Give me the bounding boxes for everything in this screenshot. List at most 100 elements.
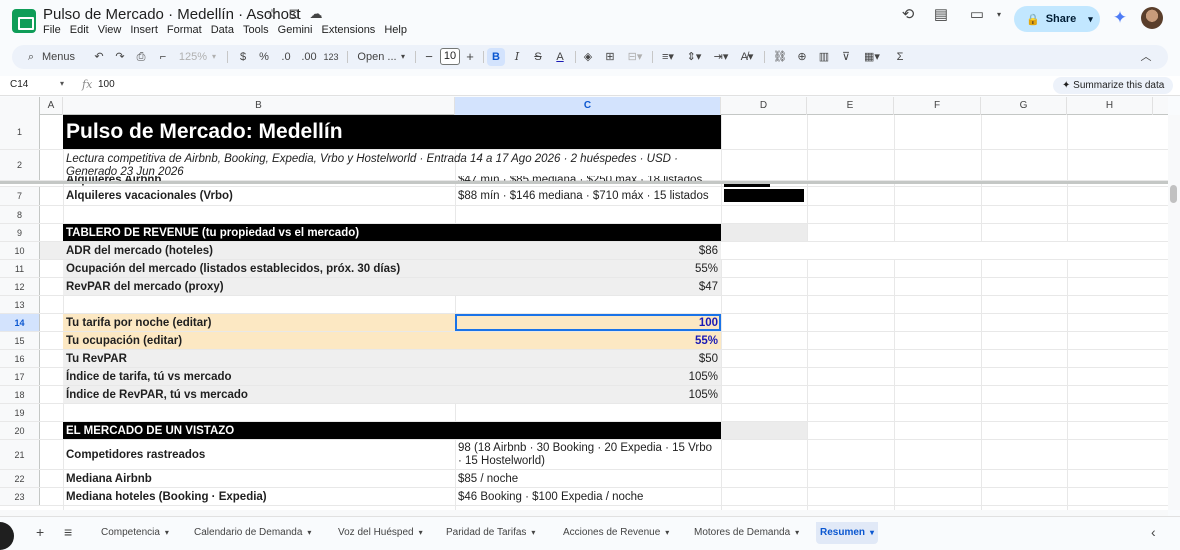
section-header-revenue[interactable]: TABLERO DE REVENUE (tu propiedad vs el m… bbox=[63, 224, 721, 241]
cell-c17[interactable]: 105% bbox=[455, 368, 721, 385]
column-header-g[interactable]: G bbox=[981, 97, 1067, 115]
paint-format-icon[interactable]: ⌐ bbox=[156, 45, 170, 69]
cell-b16[interactable]: Tu RevPAR bbox=[63, 350, 455, 367]
menu-help[interactable]: Help bbox=[384, 24, 407, 36]
search-menus-label[interactable]: Menus bbox=[42, 45, 76, 69]
cloud-status-icon[interactable]: ☁ bbox=[308, 6, 324, 22]
vertical-align-icon[interactable]: ⇕▾ bbox=[684, 45, 704, 69]
more-formats-button[interactable]: 123 bbox=[321, 45, 341, 69]
column-header-e[interactable]: E bbox=[807, 97, 894, 115]
all-sheets-icon[interactable]: ≡ bbox=[64, 524, 72, 540]
tab-dropdown-icon[interactable]: ▾ bbox=[665, 528, 669, 537]
menu-data[interactable]: Data bbox=[211, 24, 234, 36]
tab-voz-del-huesped[interactable]: Voz del Huésped ▾ bbox=[334, 522, 427, 544]
cell-b12[interactable]: RevPAR del mercado (proxy) bbox=[63, 278, 455, 295]
merge-cells-icon[interactable]: ⊟▾ bbox=[625, 45, 645, 69]
filter-views-icon[interactable]: ▦▾ bbox=[860, 45, 884, 69]
row-header[interactable]: 11 bbox=[0, 260, 40, 277]
menu-format[interactable]: Format bbox=[167, 24, 202, 36]
cell-b22[interactable]: Mediana Airbnb bbox=[63, 470, 455, 487]
tab-acciones-de-revenue[interactable]: Acciones de Revenue ▾ bbox=[559, 522, 673, 544]
row-header[interactable]: 7 bbox=[0, 187, 40, 205]
tab-dropdown-icon[interactable]: ▾ bbox=[531, 528, 535, 537]
meet-dropdown-icon[interactable]: ▾ bbox=[988, 5, 1010, 25]
decrease-decimal-button[interactable]: .0 bbox=[278, 45, 294, 69]
meet-video-icon[interactable]: ▭ bbox=[966, 5, 988, 25]
row-header[interactable]: 20 bbox=[0, 422, 40, 439]
tab-dropdown-icon[interactable]: ▾ bbox=[165, 528, 169, 537]
document-title[interactable]: Pulso de Mercado · Medellín · Asohost bbox=[43, 6, 301, 23]
functions-icon[interactable]: Σ bbox=[892, 45, 908, 69]
cell-c11[interactable]: 55% bbox=[455, 260, 721, 277]
horizontal-align-icon[interactable]: ≡▾ bbox=[658, 45, 678, 69]
row-header[interactable]: 19 bbox=[0, 404, 40, 421]
cell-b21[interactable]: Competidores rastreados bbox=[63, 440, 455, 469]
tab-dropdown-icon[interactable]: ▾ bbox=[307, 528, 311, 537]
cell-b15[interactable]: Tu ocupación (editar) bbox=[63, 332, 455, 349]
tab-dropdown-icon[interactable]: ▾ bbox=[870, 528, 874, 537]
font-family-select[interactable]: Open ... bbox=[352, 45, 402, 69]
menu-file[interactable]: File bbox=[43, 24, 61, 36]
cell-c18[interactable]: 105% bbox=[455, 386, 721, 403]
spreadsheet-grid[interactable]: A B C D E F G H 1 Pulso de Mercado: Mede… bbox=[0, 97, 1168, 510]
row-header[interactable]: 12 bbox=[0, 278, 40, 295]
name-box[interactable]: C14 bbox=[10, 79, 28, 90]
add-sheet-icon[interactable]: + bbox=[36, 524, 44, 540]
row-header[interactable]: 16 bbox=[0, 350, 40, 367]
sheet-title-cell[interactable]: Pulso de Mercado: Medellín bbox=[63, 115, 721, 149]
cell-c10[interactable]: $86 bbox=[455, 242, 721, 259]
menu-edit[interactable]: Edit bbox=[70, 24, 89, 36]
vertical-scrollbar[interactable] bbox=[1168, 115, 1180, 510]
avatar[interactable] bbox=[1141, 7, 1163, 29]
cell-c14-rate-input[interactable]: 100 bbox=[455, 314, 721, 331]
star-icon[interactable]: ☆ bbox=[264, 6, 280, 22]
column-header-b[interactable]: B bbox=[63, 97, 455, 115]
column-header-a[interactable]: A bbox=[40, 97, 63, 115]
cell-b23[interactable]: Mediana hoteles (Booking · Expedia) bbox=[63, 488, 455, 505]
borders-icon[interactable]: ⊞ bbox=[603, 45, 617, 69]
tab-motores-de-demanda[interactable]: Motores de Demanda ▾ bbox=[690, 522, 803, 544]
row-header[interactable]: 9 bbox=[0, 224, 40, 241]
vertical-scroll-thumb[interactable] bbox=[1170, 185, 1177, 203]
undo-icon[interactable]: ↶ bbox=[92, 45, 106, 69]
row-header[interactable]: 10 bbox=[0, 242, 40, 259]
font-size-increase-button[interactable]: + bbox=[463, 45, 477, 69]
italic-button[interactable]: I bbox=[510, 45, 524, 69]
search-icon[interactable]: ⌕ bbox=[24, 45, 38, 69]
formula-input[interactable]: 100 bbox=[98, 79, 115, 90]
menu-tools[interactable]: Tools bbox=[243, 24, 269, 36]
cell-b11[interactable]: Ocupación del mercado (listados establec… bbox=[63, 260, 455, 277]
percent-format-button[interactable]: % bbox=[257, 45, 271, 69]
row-header[interactable]: 14 bbox=[0, 314, 40, 331]
insert-link-icon[interactable]: ⛓ bbox=[772, 45, 788, 69]
row-header[interactable]: 17 bbox=[0, 368, 40, 385]
row-header[interactable]: 23 bbox=[0, 488, 40, 505]
column-header-d[interactable]: D bbox=[721, 97, 807, 115]
zoom-select[interactable]: 125% bbox=[178, 45, 208, 69]
collapse-toolbar-icon[interactable]: ︿ bbox=[1138, 45, 1154, 69]
strikethrough-button[interactable]: S bbox=[531, 45, 545, 69]
cell-c15-occupancy-input[interactable]: 55% bbox=[455, 332, 721, 349]
zoom-dropdown-icon[interactable]: ▾ bbox=[209, 45, 219, 69]
menu-view[interactable]: View bbox=[98, 24, 122, 36]
column-header-h[interactable]: H bbox=[1067, 97, 1153, 115]
move-folder-icon[interactable]: ⊡ bbox=[286, 6, 302, 22]
cell-c7[interactable]: $88 mín · $146 mediana · $710 máx · 15 l… bbox=[455, 187, 721, 205]
section-header-market[interactable]: EL MERCADO DE UN VISTAZO bbox=[63, 422, 721, 439]
text-rotation-icon[interactable]: A̸▾ bbox=[736, 45, 758, 69]
row-header[interactable]: 13 bbox=[0, 296, 40, 313]
cell-c16[interactable]: $50 bbox=[455, 350, 721, 367]
bold-button[interactable]: B bbox=[487, 48, 505, 66]
row-header[interactable]: 18 bbox=[0, 386, 40, 403]
cell-b14[interactable]: Tu tarifa por noche (editar) bbox=[63, 314, 455, 331]
redo-icon[interactable]: ↷ bbox=[113, 45, 127, 69]
cell-b7[interactable]: Alquileres vacacionales (Vrbo) bbox=[63, 187, 455, 205]
row-header[interactable]: 15 bbox=[0, 332, 40, 349]
tab-resumen[interactable]: Resumen ▾ bbox=[816, 522, 879, 544]
share-button[interactable]: 🔒 Share ▾ bbox=[1014, 6, 1100, 32]
cell-c22[interactable]: $85 / noche bbox=[455, 470, 721, 487]
row-header[interactable]: 21 bbox=[0, 440, 40, 469]
filter-icon[interactable]: ⊽ bbox=[838, 45, 854, 69]
cell-b17[interactable]: Índice de tarifa, tú vs mercado bbox=[63, 368, 455, 385]
tab-dropdown-icon[interactable]: ▾ bbox=[795, 528, 799, 537]
